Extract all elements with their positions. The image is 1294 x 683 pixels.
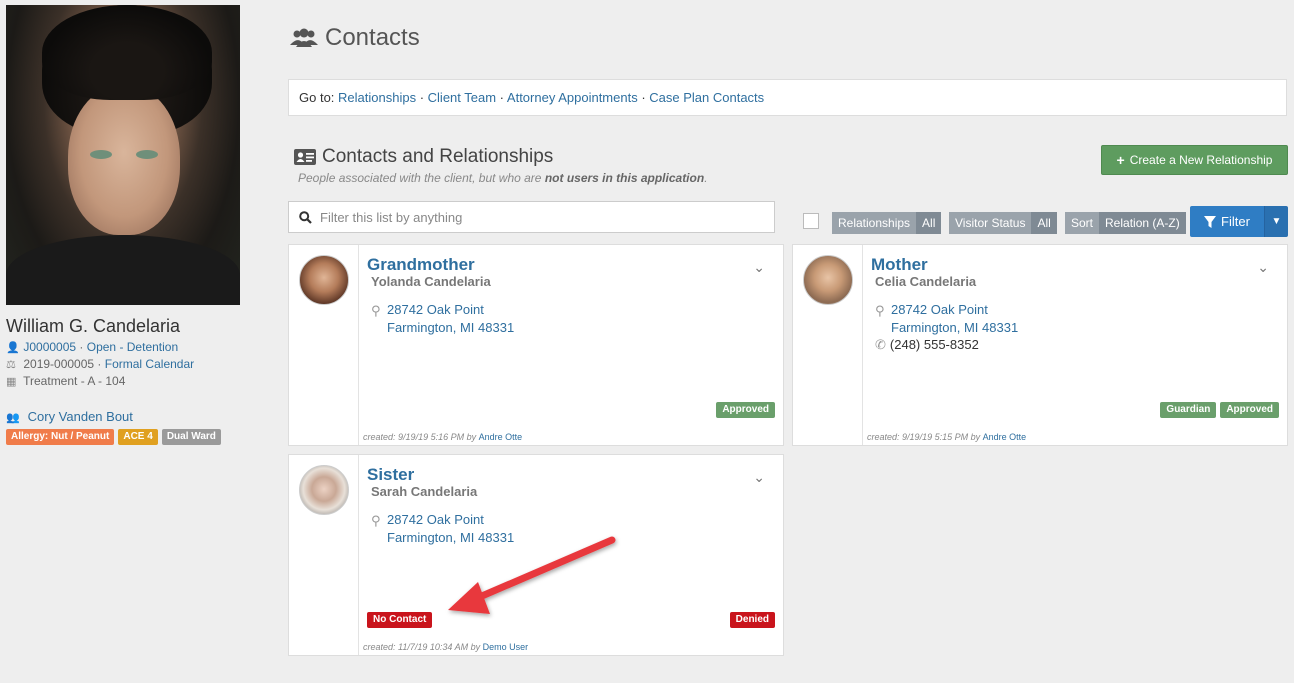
map-marker-icon: ⚲: [371, 513, 381, 528]
filter-input[interactable]: [320, 209, 760, 225]
client-name: William G. Candelaria: [6, 316, 181, 336]
contact-relation-link[interactable]: Mother: [871, 255, 928, 275]
filter-dropdown-toggle[interactable]: ▼: [1264, 206, 1288, 237]
client-worker-line: 👥 Cory Vanden Bout: [6, 409, 133, 424]
id-card-icon: [294, 149, 316, 165]
dual-ward-tag: Dual Ward: [161, 429, 221, 445]
created-by-link[interactable]: Demo User: [483, 642, 529, 652]
map-marker-icon: ⚲: [875, 303, 885, 318]
section-subtitle: People associated with the client, but w…: [298, 171, 708, 185]
client-worker-link[interactable]: Cory Vanden Bout: [28, 409, 133, 424]
filter-input-wrapper: [288, 201, 775, 233]
phone-icon: ✆: [875, 337, 886, 352]
chevron-down-icon[interactable]: ⌄: [753, 469, 765, 486]
filter-button-main[interactable]: Filter: [1190, 206, 1264, 237]
goto-relationships-link[interactable]: Relationships: [338, 90, 416, 105]
relationships-filter[interactable]: Relationships All: [832, 212, 942, 234]
scale-icon: ⚖: [6, 359, 16, 371]
ace-tag: ACE 4: [118, 429, 158, 445]
created-by-link[interactable]: Andre Otte: [479, 432, 523, 442]
contact-phone: ✆ (248) 555-8352: [875, 337, 979, 352]
chevron-down-icon[interactable]: ⌄: [1257, 259, 1269, 276]
contact-created: created: 9/19/19 5:16 PM by Andre Otte: [363, 432, 523, 442]
page-title-text: Contacts: [325, 24, 420, 51]
contact-created: created: 9/19/19 5:15 PM by Andre Otte: [867, 432, 1027, 442]
status-badge: Denied: [729, 612, 775, 628]
contact-avatar: [299, 465, 349, 515]
contact-address[interactable]: ⚲ 28742 Oak Point Farmington, MI 48331: [371, 301, 514, 337]
contact-relation-link[interactable]: Sister: [367, 465, 414, 485]
guardian-badge: Guardian: [1160, 402, 1217, 418]
created-by-link[interactable]: Andre Otte: [983, 432, 1027, 442]
contact-badges: Denied: [729, 612, 775, 628]
goto-label: Go to:: [299, 90, 335, 105]
client-tags: Allergy: Nut / Peanut ACE 4 Dual Ward: [6, 429, 221, 445]
section-title: Contacts and Relationships: [294, 146, 553, 168]
create-relationship-button[interactable]: + Create a New Relationship: [1101, 145, 1288, 175]
filter-button[interactable]: Filter ▼: [1190, 206, 1288, 237]
client-location-line: ▦ Treatment - A - 104: [6, 374, 125, 388]
contact-avatar: [803, 255, 853, 305]
map-marker-icon: ⚲: [371, 303, 381, 318]
sort-filter[interactable]: Sort Relation (A-Z): [1065, 212, 1186, 234]
allergy-tag: Allergy: Nut / Peanut: [6, 429, 115, 445]
no-contact-badge: No Contact: [367, 612, 433, 628]
client-court-id: 2019-000005: [23, 357, 95, 371]
contact-name: Celia Candelaria: [875, 274, 977, 289]
client-photo: [6, 5, 240, 305]
chevron-down-icon[interactable]: ⌄: [753, 259, 765, 276]
funnel-icon: [1204, 215, 1217, 228]
users-icon: [290, 28, 318, 47]
goto-bar: Go to: Relationships · Client Team · Att…: [288, 79, 1287, 116]
client-case-line: 👤 J0000005 · Open - Detention: [6, 340, 179, 354]
contact-name: Sarah Candelaria: [371, 484, 478, 499]
contact-badges: Approved: [716, 402, 775, 418]
user-icon: 👤: [6, 342, 20, 354]
annotation-arrow: [448, 536, 616, 614]
users-icon: 👥: [6, 412, 20, 424]
contact-relation-link[interactable]: Grandmother: [367, 255, 475, 275]
client-status-link[interactable]: Open - Detention: [87, 340, 178, 354]
contact-avatar: [299, 255, 349, 305]
building-icon: ▦: [6, 376, 17, 388]
contact-address[interactable]: ⚲ 28742 Oak Point Farmington, MI 48331: [875, 301, 1018, 337]
contact-name: Yolanda Candelaria: [371, 274, 491, 289]
page-title: Contacts: [289, 24, 420, 52]
client-location: Treatment - A - 104: [23, 374, 126, 388]
caret-down-icon: ▼: [1271, 216, 1282, 227]
goto-client-team-link[interactable]: Client Team: [428, 90, 496, 105]
client-calendar-link[interactable]: Formal Calendar: [105, 357, 194, 371]
visitor-status-filter[interactable]: Visitor Status All: [949, 212, 1057, 234]
contact-badges: Guardian Approved: [1160, 402, 1279, 418]
status-badge: Approved: [716, 402, 775, 418]
client-case-link[interactable]: J0000005: [23, 340, 76, 354]
select-all-checkbox[interactable]: [803, 213, 819, 229]
client-court-line: ⚖ 2019-000005 · Formal Calendar: [6, 357, 195, 371]
contact-card-mother: Mother Celia Candelaria ⌄ ⚲ 28742 Oak Po…: [792, 244, 1288, 446]
search-icon: [299, 210, 312, 224]
goto-case-plan-link[interactable]: Case Plan Contacts: [649, 90, 764, 105]
goto-attorney-link[interactable]: Attorney Appointments: [507, 90, 638, 105]
section-title-text: Contacts and Relationships: [322, 146, 554, 167]
status-badge: Approved: [1220, 402, 1279, 418]
plus-icon: +: [1116, 152, 1125, 168]
contact-card-grandmother: Grandmother Yolanda Candelaria ⌄ ⚲ 28742…: [288, 244, 784, 446]
contact-created: created: 11/7/19 10:34 AM by Demo User: [363, 642, 529, 652]
